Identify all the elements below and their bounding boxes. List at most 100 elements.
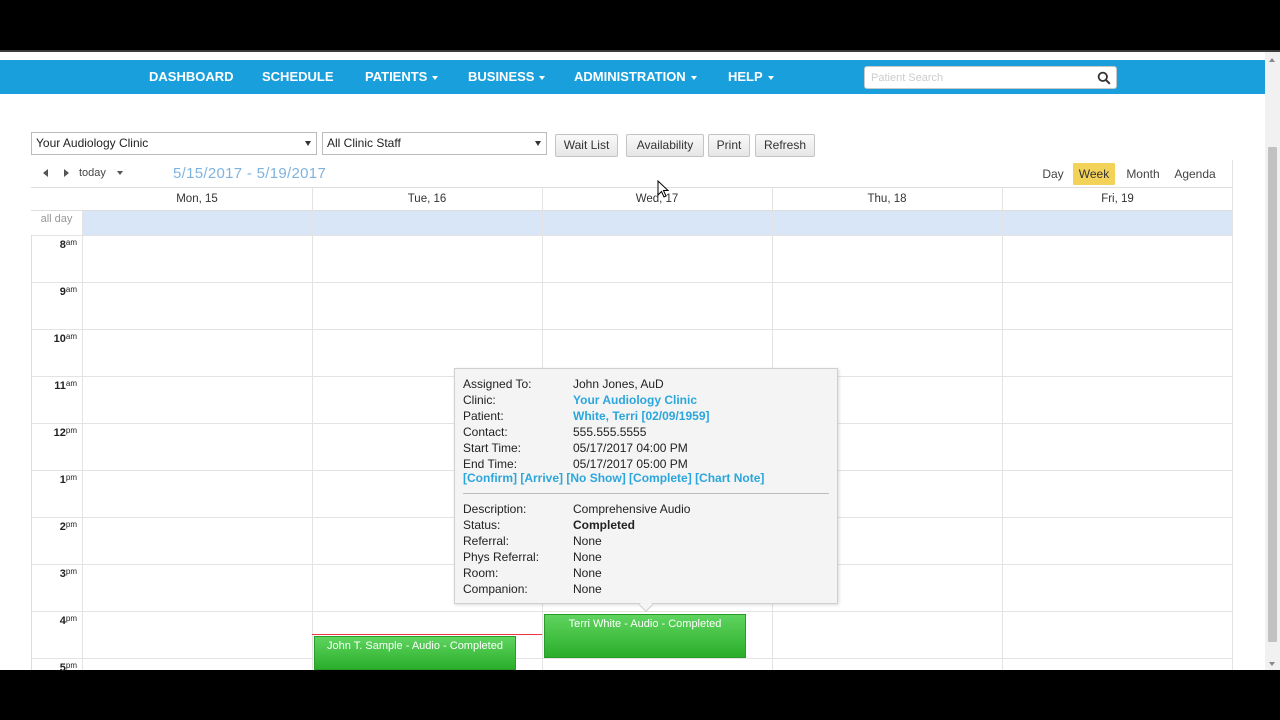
day-header-thu[interactable]: Thu, 18 <box>772 188 1002 211</box>
grid-line <box>31 235 32 670</box>
referral-value: None <box>573 534 602 548</box>
day-header-row: Mon, 15 Tue, 16 Wed, 17 Thu, 18 Fri, 19 <box>31 187 1233 210</box>
grid-line <box>1002 187 1003 670</box>
hour-label: 9am <box>59 285 77 298</box>
confirm-link[interactable]: [Confirm] <box>463 471 517 485</box>
arrive-link[interactable]: [Arrive] <box>520 471 563 485</box>
hour-label: 3pm <box>59 567 77 580</box>
nav-schedule-label: SCHEDULE <box>262 69 334 84</box>
patient-search-input[interactable] <box>871 69 1091 86</box>
end-time-value: 05/17/2017 05:00 PM <box>573 457 688 471</box>
staff-select[interactable]: All Clinic Staff <box>322 132 547 155</box>
chevron-down-icon <box>116 171 123 176</box>
chevron-down-icon <box>767 75 774 80</box>
all-day-label: all day <box>40 213 73 225</box>
clinic-label: Clinic: <box>463 393 496 407</box>
hour-row[interactable]: 8am <box>31 235 1233 282</box>
hour-label: 5pm <box>59 661 77 674</box>
hour-row[interactable]: 5pm <box>31 658 1233 674</box>
chevron-down-icon <box>539 75 546 80</box>
nav-help-label: HELP <box>728 69 763 84</box>
nav-schedule[interactable]: SCHEDULE <box>262 60 334 94</box>
nav-business-label: BUSINESS <box>468 69 535 84</box>
room-value: None <box>573 566 602 580</box>
all-day-slot[interactable] <box>82 211 1233 236</box>
chevron-down-icon <box>432 75 439 80</box>
popup-divider <box>463 493 829 494</box>
grid-line <box>1232 160 1233 670</box>
status-value: Completed <box>573 518 636 532</box>
companion-label: Companion: <box>463 582 528 596</box>
hour-label: 12pm <box>53 426 77 439</box>
event-john-sample[interactable]: John T. Sample - Audio - Completed <box>314 636 516 670</box>
page-scrollbar[interactable] <box>1265 52 1280 670</box>
description-label: Description: <box>463 502 527 516</box>
hour-row[interactable]: 9am <box>31 282 1233 329</box>
hour-label: 2pm <box>59 520 77 533</box>
hour-label: 10am <box>53 332 77 345</box>
nav-patients[interactable]: PATIENTS <box>365 60 439 94</box>
dropdown-arrow-icon <box>535 141 541 146</box>
all-day-row: all day <box>31 210 1233 236</box>
assigned-to-label: Assigned To: <box>463 377 532 391</box>
print-button[interactable]: Print <box>708 134 750 157</box>
date-range: 5/15/2017 - 5/19/2017 <box>173 165 327 182</box>
nav-business[interactable]: BUSINESS <box>468 60 546 94</box>
day-header-mon[interactable]: Mon, 15 <box>82 188 312 211</box>
today-button[interactable]: today <box>79 167 123 179</box>
nav-dashboard-label: DASHBOARD <box>149 69 234 84</box>
availability-button[interactable]: Availability <box>626 134 704 157</box>
nav-dashboard[interactable]: DASHBOARD <box>149 60 234 94</box>
view-month-button[interactable]: Month <box>1121 163 1165 185</box>
view-week-button[interactable]: Week <box>1073 163 1115 185</box>
event-terri-white[interactable]: Terri White - Audio - Completed <box>544 614 746 658</box>
clinic-select[interactable]: Your Audiology Clinic <box>31 132 317 155</box>
companion-value: None <box>573 582 602 596</box>
appointment-popup: Assigned To: John Jones, AuD Clinic: Your … <box>454 368 838 613</box>
prev-week-icon[interactable] <box>43 169 48 177</box>
hour-label: 8am <box>59 238 77 251</box>
scroll-thumb[interactable] <box>1268 147 1277 642</box>
status-label: Status: <box>463 518 501 532</box>
nav-administration[interactable]: ADMINISTRATION <box>574 60 697 94</box>
event-label: Terri White - Audio - Completed <box>568 618 722 630</box>
dropdown-arrow-icon <box>305 141 311 146</box>
patient-link[interactable]: White, Terri [02/09/1959] <box>573 408 710 424</box>
scroll-up-icon[interactable] <box>1269 58 1275 62</box>
scroll-down-icon[interactable] <box>1269 662 1275 666</box>
refresh-button[interactable]: Refresh <box>755 134 815 157</box>
staff-select-value: All Clinic Staff <box>327 136 401 150</box>
patient-search <box>864 66 1117 89</box>
nav-patients-label: PATIENTS <box>365 69 428 84</box>
appointment-actions: [Confirm] [Arrive] [No Show] [Complete] … <box>463 471 764 485</box>
wait-list-button[interactable]: Wait List <box>555 134 618 157</box>
description-value: Comprehensive Audio <box>573 502 691 516</box>
view-day-button[interactable]: Day <box>1039 163 1067 185</box>
mouse-cursor-icon <box>657 180 669 198</box>
hour-label: 1pm <box>59 473 77 486</box>
day-header-fri[interactable]: Fri, 19 <box>1002 188 1233 211</box>
nav-administration-label: ADMINISTRATION <box>574 69 686 84</box>
assigned-to-value: John Jones, AuD <box>573 377 664 391</box>
grid-line <box>312 187 313 670</box>
search-icon[interactable] <box>1097 71 1111 85</box>
view-agenda-button[interactable]: Agenda <box>1171 163 1219 185</box>
current-time-line <box>312 634 542 635</box>
patient-label: Patient: <box>463 409 504 423</box>
contact-label: Contact: <box>463 425 508 439</box>
contact-value: 555.555.5555 <box>573 425 647 439</box>
nav-help[interactable]: HELP <box>728 60 774 94</box>
day-header-tue[interactable]: Tue, 16 <box>312 188 542 211</box>
hour-label: 4pm <box>59 614 77 627</box>
start-time-value: 05/17/2017 04:00 PM <box>573 441 688 455</box>
hour-label: 11am <box>54 379 77 392</box>
start-time-label: Start Time: <box>463 441 522 455</box>
clinic-link[interactable]: Your Audiology Clinic <box>573 392 697 408</box>
no-show-link[interactable]: [No Show] <box>566 471 625 485</box>
chart-note-link[interactable]: [Chart Note] <box>695 471 764 485</box>
phys-referral-label: Phys Referral: <box>463 550 540 564</box>
event-label: John T. Sample - Audio - Completed <box>327 640 503 652</box>
next-week-icon[interactable] <box>64 169 69 177</box>
phys-referral-value: None <box>573 550 602 564</box>
complete-link[interactable]: [Complete] <box>629 471 692 485</box>
